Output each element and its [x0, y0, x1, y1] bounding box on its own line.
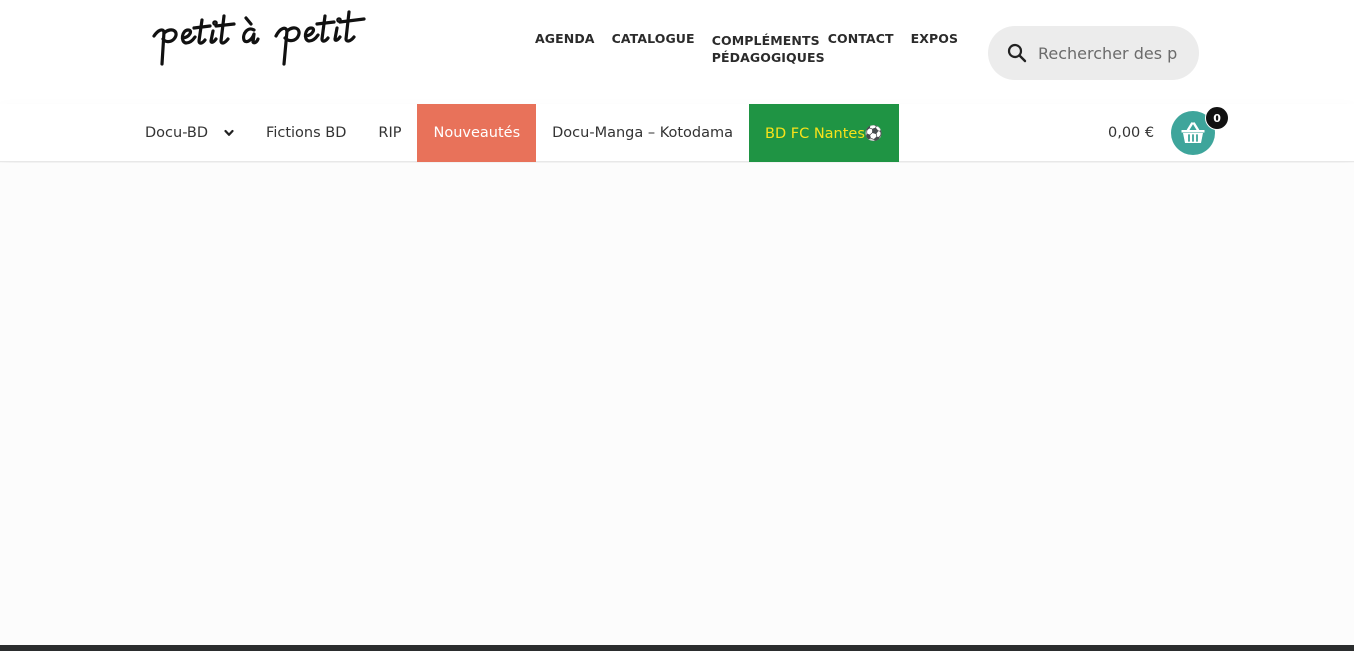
- category-item-fictions-bd[interactable]: Fictions BD: [250, 104, 362, 162]
- category-item-docu-manga-kotodama[interactable]: Docu-Manga – Kotodama: [536, 104, 749, 162]
- nav-contact[interactable]: CONTACT: [828, 30, 894, 47]
- nav-complements-pedagogiques[interactable]: COMPLÉMENTS PÉDAGOGIQUES: [712, 32, 825, 66]
- petit-a-petit-logo: [152, 10, 366, 66]
- product-search[interactable]: [988, 26, 1199, 80]
- category-label: Fictions BD: [266, 125, 347, 141]
- search-icon[interactable]: [1007, 43, 1027, 63]
- site-logo[interactable]: [150, 6, 372, 68]
- category-item-rip[interactable]: RIP: [362, 104, 417, 162]
- category-item-bd-fc-nantes[interactable]: BD FC Nantes⚽: [749, 104, 899, 162]
- category-nav: Docu-BD Fictions BD RIP Nouveautés Docu-…: [129, 104, 899, 162]
- category-label: Docu-BD: [145, 125, 209, 141]
- nav-expos[interactable]: EXPOS: [911, 30, 958, 47]
- cart-count-badge: 0: [1205, 106, 1230, 130]
- category-bar: Docu-BD Fictions BD RIP Nouveautés Docu-…: [0, 104, 1354, 162]
- cart-button[interactable]: 0: [1171, 106, 1230, 155]
- nav-agenda[interactable]: AGENDA: [535, 30, 595, 47]
- page-content: [0, 163, 1354, 645]
- nav-catalogue[interactable]: CATALOGUE: [612, 30, 695, 47]
- category-item-docu-bd[interactable]: Docu-BD: [129, 104, 250, 162]
- category-label: BD FC Nantes⚽: [765, 125, 883, 142]
- primary-nav: AGENDA CATALOGUE COMPLÉMENTS PÉDAGOGIQUE…: [535, 30, 975, 66]
- cart-amount[interactable]: 0,00 €: [1108, 125, 1154, 141]
- cart-widget[interactable]: 0,00 € 0: [1108, 104, 1230, 162]
- category-label: Nouveautés: [433, 125, 521, 141]
- scrollbar[interactable]: [1354, 0, 1366, 651]
- category-item-nouveautes[interactable]: Nouveautés: [417, 104, 537, 162]
- basket-icon: [1181, 122, 1205, 143]
- category-label: Docu-Manga – Kotodama: [552, 125, 734, 141]
- footer: [0, 645, 1354, 651]
- category-label: RIP: [378, 125, 402, 141]
- site-header: AGENDA CATALOGUE COMPLÉMENTS PÉDAGOGIQUE…: [0, 0, 1354, 104]
- chevron-down-icon[interactable]: [224, 128, 234, 138]
- search-input[interactable]: [1038, 43, 1178, 63]
